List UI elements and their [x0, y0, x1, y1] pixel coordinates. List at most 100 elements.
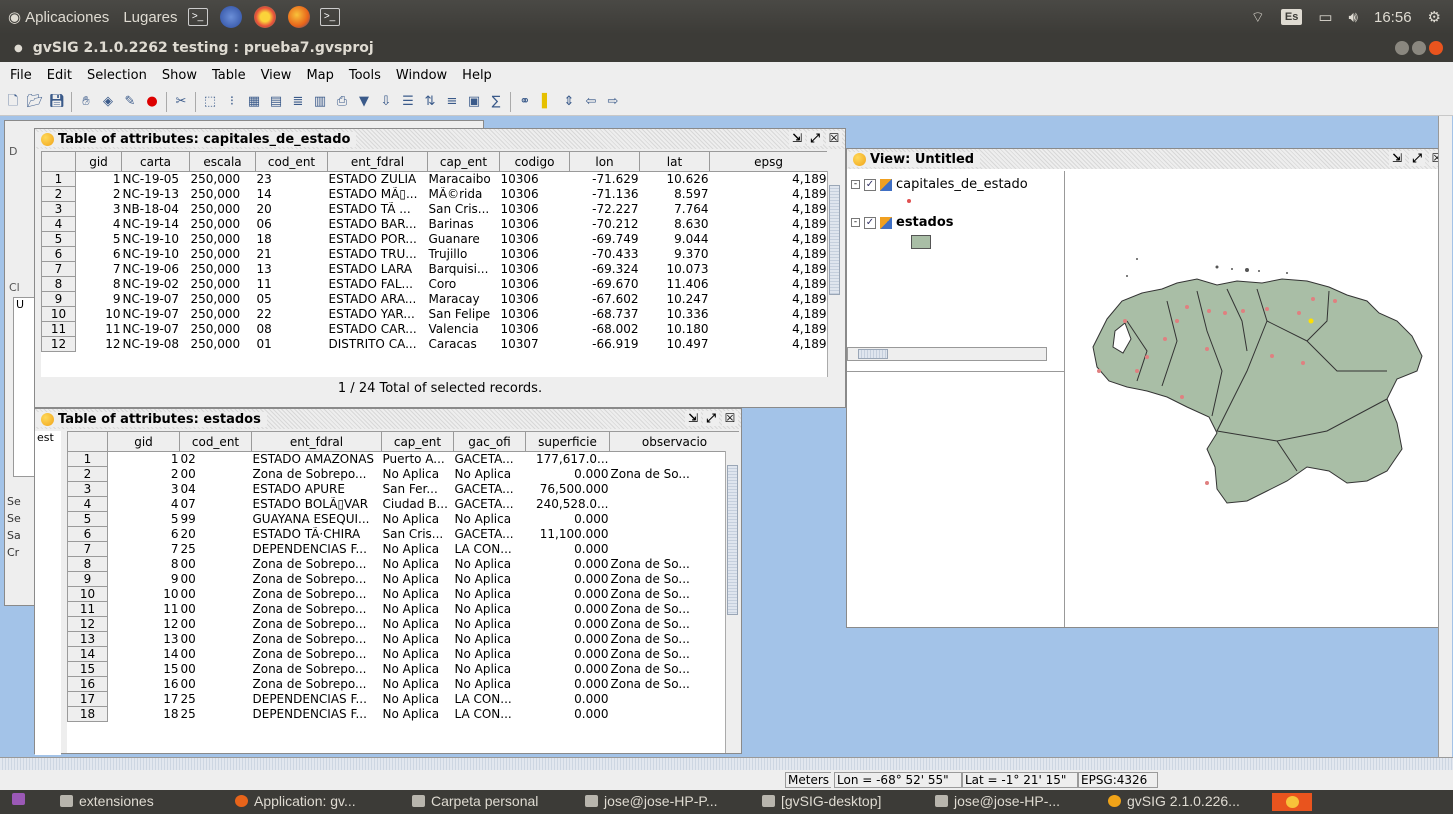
- table2-vertical-scrollbar[interactable]: [725, 451, 739, 753]
- table-row[interactable]: 1 1 02 ESTADO AMAZONAS Puerto A... GACETA... 1…: [67, 451, 740, 467]
- column-header[interactable]: lon: [569, 151, 640, 172]
- table-cell[interactable]: Zona de Sobrepo...: [252, 617, 382, 632]
- table-cell[interactable]: 00: [180, 647, 252, 662]
- table-cell[interactable]: 15: [108, 662, 180, 677]
- menu-selection[interactable]: Selection: [81, 68, 156, 83]
- highlight-icon[interactable]: ▌: [538, 93, 556, 111]
- table-cell[interactable]: Zona de So...: [610, 587, 740, 602]
- table-cell[interactable]: 250,000: [190, 337, 256, 352]
- table-row[interactable]: 2 2 NC-19-13 250,000 14 ESTADO MÃ▯... MÃ©rida 1…: [41, 186, 828, 202]
- table-cell[interactable]: -68.002: [570, 322, 640, 337]
- table-cell[interactable]: ESTADO YAR...: [328, 307, 428, 322]
- row-number[interactable]: 7: [41, 261, 76, 277]
- column-header[interactable]: escala: [189, 151, 256, 172]
- table-row[interactable]: 6 6 20 ESTADO TÃ·CHIRA San Cris... GACETA... 1…: [67, 526, 740, 542]
- table-cell[interactable]: No Aplica: [454, 602, 526, 617]
- table-cell[interactable]: ESTADO ARA...: [328, 292, 428, 307]
- align-icon[interactable]: ≡: [443, 93, 461, 111]
- table-cell[interactable]: 7: [76, 262, 122, 277]
- table-cell[interactable]: 10306: [500, 307, 570, 322]
- table-cell[interactable]: MÃ©rida: [428, 187, 500, 202]
- row-number[interactable]: 9: [67, 571, 108, 587]
- table-cell[interactable]: 0.000: [526, 707, 610, 722]
- table-cell[interactable]: 20: [256, 202, 328, 217]
- table-cell[interactable]: LA CON...: [454, 707, 526, 722]
- table-row[interactable]: 7 7 25 DEPENDENCIAS F... No Aplica LA CON... 0…: [67, 541, 740, 557]
- table-cell[interactable]: NC-19-10: [122, 232, 190, 247]
- table-cell[interactable]: No Aplica: [382, 542, 454, 557]
- table-cell[interactable]: Zona de Sobrepo...: [252, 572, 382, 587]
- table-cell[interactable]: 07: [180, 497, 252, 512]
- volume-icon[interactable]: 🔊︎: [1349, 9, 1358, 26]
- table-cell[interactable]: 13: [108, 632, 180, 647]
- table-cell[interactable]: GUAYANA ESEQUI...: [252, 512, 382, 527]
- task-terminal2[interactable]: jose@jose-HP-...: [935, 793, 1060, 809]
- row-number[interactable]: 10: [41, 306, 76, 322]
- table-cell[interactable]: 11.406: [640, 277, 710, 292]
- browser-launcher-icon[interactable]: [219, 6, 242, 28]
- chrome-launcher-icon[interactable]: [253, 6, 276, 28]
- table-cell[interactable]: Zona de So...: [610, 617, 740, 632]
- table-cell[interactable]: 0.000: [526, 677, 610, 692]
- collapse-icon[interactable]: -: [851, 218, 860, 227]
- menu-edit[interactable]: Edit: [41, 68, 81, 83]
- table-cell[interactable]: 25: [180, 707, 252, 722]
- table-cell[interactable]: 4: [108, 497, 180, 512]
- row-number[interactable]: 6: [67, 526, 108, 542]
- toc-layer-capitales[interactable]: - ✓ capitales_de_estado: [851, 177, 1028, 192]
- table-cell[interactable]: 20: [180, 527, 252, 542]
- table-cell[interactable]: 9.370: [640, 247, 710, 262]
- column-header[interactable]: superficie: [525, 431, 610, 452]
- row-number[interactable]: 18: [67, 706, 108, 722]
- table-cell[interactable]: 10306: [500, 187, 570, 202]
- table-row[interactable]: 15 15 00 Zona de Sobrepo... No Aplica No Apli…: [67, 661, 740, 677]
- table-cell[interactable]: 8: [76, 277, 122, 292]
- table-cell[interactable]: San Felipe: [428, 307, 500, 322]
- table-cell[interactable]: 4: [76, 217, 122, 232]
- table-cell[interactable]: 16: [108, 677, 180, 692]
- column-header[interactable]: observacio: [609, 431, 739, 452]
- row-number[interactable]: 16: [67, 676, 108, 692]
- table-cell[interactable]: 00: [180, 632, 252, 647]
- table-row[interactable]: 12 12 00 Zona de Sobrepo... No Aplica No Apli…: [67, 616, 740, 632]
- table-cell[interactable]: 10.497: [640, 337, 710, 352]
- row-number[interactable]: 11: [67, 601, 108, 617]
- minimize-icon[interactable]: ⇲: [1389, 151, 1405, 166]
- task-gvsig[interactable]: gvSIG 2.1.0.226...: [1108, 793, 1240, 809]
- table-cell[interactable]: Coro: [428, 277, 500, 292]
- table-cell[interactable]: Zona de Sobrepo...: [252, 587, 382, 602]
- table-cell[interactable]: NC-19-02: [122, 277, 190, 292]
- table-row[interactable]: 14 14 00 Zona de Sobrepo... No Aplica No Apli…: [67, 646, 740, 662]
- table-cell[interactable]: 01: [256, 337, 328, 352]
- table-cell[interactable]: 8.597: [640, 187, 710, 202]
- table-cell[interactable]: Zona de So...: [610, 602, 740, 617]
- row-number[interactable]: 6: [41, 246, 76, 262]
- terminal2-launcher-icon[interactable]: >_: [319, 8, 340, 26]
- table-cell[interactable]: Zona de So...: [610, 647, 740, 662]
- table-cell[interactable]: San Cris...: [382, 527, 454, 542]
- table-cell[interactable]: [610, 482, 740, 497]
- table-cell[interactable]: ESTADO BAR...: [328, 217, 428, 232]
- table-row[interactable]: 8 8 00 Zona de Sobrepo... No Aplica No Aplica…: [67, 556, 740, 572]
- table-cell[interactable]: Zona de So...: [610, 677, 740, 692]
- column-header[interactable]: codigo: [499, 151, 570, 172]
- statistics-icon[interactable]: ▥: [311, 93, 329, 111]
- table-cell[interactable]: 10307: [500, 337, 570, 352]
- table-cell[interactable]: 11: [256, 277, 328, 292]
- table-cell[interactable]: No Aplica: [454, 587, 526, 602]
- table-cell[interactable]: 00: [180, 557, 252, 572]
- table-cell[interactable]: 18: [108, 707, 180, 722]
- table-cell[interactable]: No Aplica: [454, 647, 526, 662]
- task-carpeta[interactable]: Carpeta personal: [412, 793, 538, 809]
- table-cell[interactable]: 4,189: [710, 202, 828, 217]
- table-cell[interactable]: 10.180: [640, 322, 710, 337]
- table-cell[interactable]: 00: [180, 617, 252, 632]
- table-cell[interactable]: -69.670: [570, 277, 640, 292]
- table-cell[interactable]: 21: [256, 247, 328, 262]
- menu-file[interactable]: File: [4, 68, 41, 83]
- row-number[interactable]: 12: [41, 336, 76, 352]
- row-number[interactable]: 10: [67, 586, 108, 602]
- table-cell[interactable]: 22: [256, 307, 328, 322]
- table-cell[interactable]: 0.000: [526, 587, 610, 602]
- maximize-icon[interactable]: ⤢: [1409, 151, 1425, 166]
